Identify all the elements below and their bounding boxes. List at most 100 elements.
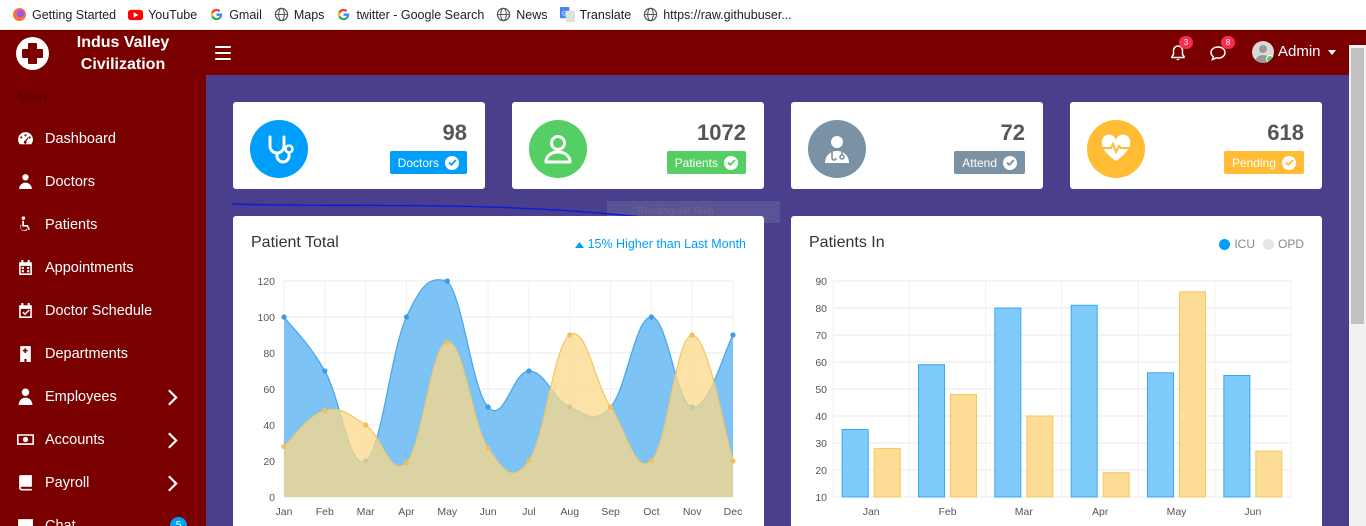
top-header: 3 8 Admin	[206, 30, 1366, 75]
sidebar-item-doctor-schedule[interactable]: Doctor Schedule	[0, 289, 206, 332]
stat-value: 1072	[697, 120, 746, 145]
x-tick-label: Jan	[276, 506, 293, 518]
patient-total-card: Patient Total 15% Higher than Last Month…	[233, 216, 764, 526]
bookmark-raw-github[interactable]: https://raw.githubuser...	[643, 7, 792, 22]
bookmark-getting-started[interactable]: Getting Started	[12, 7, 116, 22]
data-point	[363, 422, 369, 428]
menu-toggle-icon[interactable]	[215, 46, 231, 60]
sidebar-item-label: Accounts	[45, 431, 105, 448]
stat-label-badge: Doctors	[389, 151, 467, 174]
sidebar-item-accounts[interactable]: Accounts	[0, 418, 206, 461]
sidebar-nav: Dashboard Doctors Patients Appointments …	[0, 117, 206, 526]
y-tick-label: 60	[263, 384, 275, 396]
bookmark-news[interactable]: News	[496, 7, 548, 22]
y-tick-label: 20	[263, 456, 275, 468]
y-tick-label: 0	[269, 492, 275, 504]
x-tick-label: Aug	[560, 506, 579, 518]
data-point	[567, 332, 573, 338]
x-tick-label: Oct	[643, 506, 659, 518]
bookmark-youtube[interactable]: YouTube	[128, 7, 197, 22]
bookmarks-bar: Getting Started YouTube Gmail Maps twitt…	[0, 0, 1366, 30]
check-icon	[1003, 155, 1017, 170]
y-tick-label: 80	[263, 348, 275, 360]
bookmark-translate[interactable]: G Translate	[559, 7, 632, 22]
stat-label: Patients	[674, 155, 718, 170]
sidebar-item-label: Departments	[45, 345, 129, 362]
scrollbar-thumb[interactable]	[1351, 48, 1364, 324]
brand[interactable]: Indus Valley Civilization	[0, 30, 206, 75]
data-point	[403, 314, 410, 320]
caret-down-icon[interactable]	[1328, 50, 1336, 55]
user-outline-icon	[529, 120, 587, 178]
globe-icon	[497, 7, 511, 22]
sidebar-item-label: Employees	[45, 388, 117, 405]
bookmark-twitter-search[interactable]: twitter - Google Search	[336, 7, 484, 22]
sidebar-item-appointments[interactable]: Appointments	[0, 246, 206, 289]
y-tick-label: 70	[815, 330, 827, 342]
sidebar-item-label: Appointments	[45, 259, 134, 276]
stat-label: Pending	[1231, 155, 1276, 170]
data-point	[648, 314, 654, 320]
data-point	[730, 332, 736, 338]
y-tick-label: 120	[257, 276, 275, 288]
patients-in-card: Patients In ICU OPD 10 20 30 40 50 60 70 80 90 Ja…	[791, 216, 1322, 526]
user-name[interactable]: Admin	[1278, 43, 1321, 60]
data-point	[526, 368, 532, 374]
bookmark-label: News	[516, 7, 548, 22]
bookmark-label: twitter - Google Search	[356, 7, 485, 22]
wheelchair-icon	[20, 216, 30, 232]
sidebar-item-label: Doctor Schedule	[45, 302, 153, 319]
data-point	[322, 408, 328, 414]
sidebar-item-departments[interactable]: Departments	[0, 332, 206, 375]
bookmark-gmail[interactable]: Gmail	[209, 7, 262, 22]
sidebar-item-chat[interactable]: Chat 5	[0, 504, 206, 526]
patient-total-chart: 0 20 40 60 80 100 120 Jan Feb Mar Apr May Jun Jul Aug S…	[257, 276, 742, 518]
avatar[interactable]	[1252, 41, 1274, 63]
y-tick-label: 90	[815, 276, 827, 288]
google-icon	[338, 8, 350, 21]
data-point	[444, 339, 450, 345]
bar-opd	[1102, 472, 1130, 498]
y-tick-label: 30	[815, 438, 827, 450]
bookmark-label: YouTube	[148, 7, 198, 22]
stat-label: Attend	[962, 155, 997, 170]
bar-opd	[1026, 415, 1054, 498]
bookmark-label: Getting Started	[32, 7, 117, 22]
x-tick-label: Feb	[938, 506, 956, 518]
x-tick-label: May	[1167, 506, 1188, 518]
stat-card-pending: 618 Pending	[1070, 102, 1322, 189]
data-point	[485, 404, 491, 410]
sidebar-item-employees[interactable]: Employees	[0, 375, 206, 418]
y-tick-label: 40	[815, 411, 827, 423]
svg-text:G: G	[561, 10, 566, 17]
stethoscope-icon	[250, 120, 308, 178]
data-point	[526, 458, 532, 464]
stat-label: Doctors	[397, 155, 439, 170]
y-tick-label: 80	[815, 303, 827, 315]
bookmark-maps[interactable]: Maps	[274, 7, 324, 22]
x-tick-label: Jun	[480, 506, 497, 518]
data-point	[281, 444, 287, 450]
x-tick-label: Mar	[357, 506, 376, 518]
sidebar-item-patients[interactable]: Patients	[0, 203, 206, 246]
stat-value: 618	[1267, 120, 1304, 145]
patients-in-chart: 10 20 30 40 50 60 70 80 90 Jan Feb Mar Apr May Jun	[815, 276, 1292, 518]
bookmark-label: Translate	[579, 7, 632, 22]
bar-icu	[994, 307, 1022, 498]
data-point	[281, 314, 287, 320]
sidebar-item-payroll[interactable]: Payroll	[0, 461, 206, 504]
data-point	[403, 460, 410, 466]
translate-icon: G	[559, 7, 575, 22]
sidebar-item-dashboard[interactable]: Dashboard	[0, 117, 206, 160]
bookmark-label: https://raw.githubuser...	[663, 7, 792, 22]
sidebar-item-doctors[interactable]: Doctors	[0, 160, 206, 203]
check-icon	[1282, 155, 1296, 170]
sidebar-item-label: Payroll	[45, 474, 90, 491]
bar-icu	[1070, 304, 1098, 498]
chevron-right-icon	[168, 475, 178, 492]
bar-icu	[1147, 372, 1174, 498]
y-tick-label: 20	[815, 465, 827, 477]
x-tick-label: Apr	[1092, 506, 1109, 518]
x-tick-label: Sep	[601, 506, 620, 518]
doctor-icon	[19, 174, 32, 189]
